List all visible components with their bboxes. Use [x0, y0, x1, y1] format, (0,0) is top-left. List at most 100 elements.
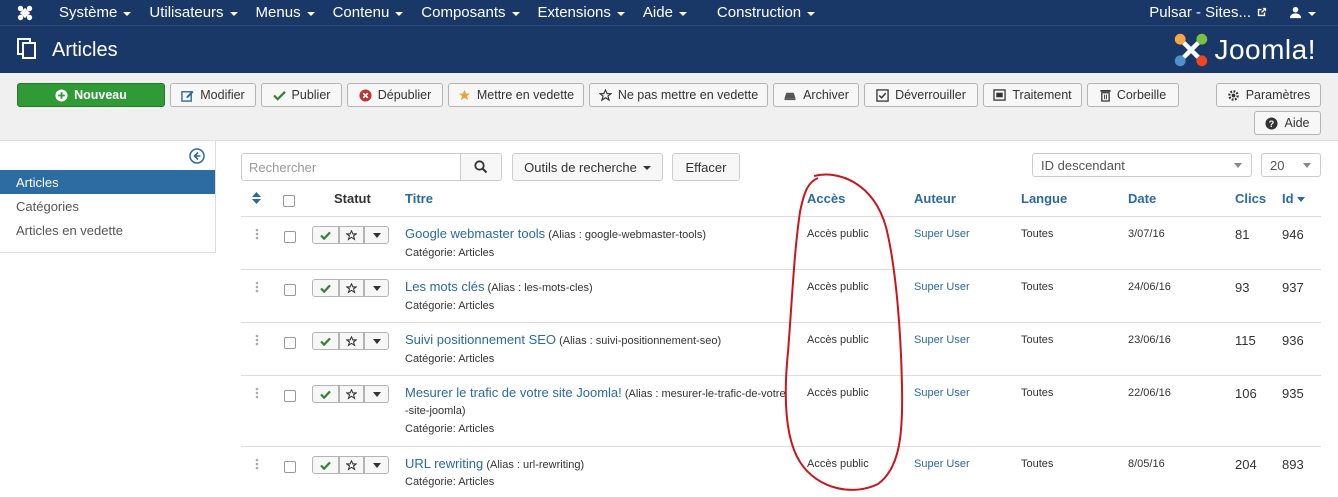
article-category: Catégorie: Articles [405, 423, 495, 435]
table-row[interactable]: Google webmaster tools (Alias : google-w… [241, 216, 1321, 269]
row-actions-dropdown[interactable] [364, 385, 389, 403]
column-header-access[interactable]: Accès [807, 191, 845, 206]
sidebar-item-featured[interactable]: Articles en vedette [0, 218, 215, 242]
joomla-menu-icon[interactable] [0, 0, 50, 25]
row-actions-dropdown[interactable] [364, 456, 389, 474]
column-header-hits[interactable]: Clics [1235, 191, 1266, 206]
column-header-language[interactable]: Langue [1021, 191, 1067, 206]
search-tools-button[interactable]: Outils de recherche [512, 153, 663, 181]
column-header-author[interactable]: Auteur [914, 191, 956, 206]
nav-aide[interactable]: Aide [634, 0, 696, 25]
row-actions-dropdown[interactable] [364, 332, 389, 350]
published-toggle[interactable] [312, 279, 339, 297]
unpublish-button[interactable]: Dépublier [347, 83, 443, 107]
article-category: Catégorie: Articles [405, 300, 495, 312]
table-row[interactable]: Mesurer le trafic de votre site Joomla! … [241, 375, 1321, 446]
limit-select[interactable]: 20 [1261, 153, 1321, 177]
nav-systeme[interactable]: Système [50, 0, 140, 25]
row-checkbox[interactable] [284, 284, 296, 296]
column-header-title[interactable]: Titre [405, 191, 433, 206]
sidebar-toggle-icon[interactable] [189, 148, 205, 164]
article-title-link[interactable]: Google webmaster tools [405, 226, 545, 241]
published-toggle[interactable] [312, 332, 339, 350]
drag-handle-icon[interactable] [255, 387, 259, 399]
batch-button[interactable]: Traitement [983, 83, 1082, 107]
options-button[interactable]: Paramètres [1216, 83, 1321, 107]
search-input[interactable]: Rechercher [241, 153, 461, 181]
trash-button[interactable]: Corbeille [1087, 83, 1179, 107]
archive-label: Archiver [803, 88, 849, 102]
column-header-status[interactable]: Statut [334, 191, 371, 206]
clear-button[interactable]: Effacer [672, 153, 740, 181]
gear-icon [1227, 89, 1240, 102]
caret-down-icon [372, 285, 381, 291]
author-link[interactable]: Super User [914, 387, 970, 399]
page-title: Articles [52, 39, 118, 61]
author-link[interactable]: Super User [914, 228, 970, 240]
sidebar-item-articles[interactable]: Articles [0, 170, 215, 194]
joomla-wordmark: Joomla! [1214, 34, 1316, 65]
nav-construction[interactable]: Construction [708, 0, 824, 25]
table-row[interactable]: Les mots clés (Alias : les-mots-cles) Ca… [241, 269, 1321, 322]
article-title-link[interactable]: URL rewriting [405, 456, 483, 471]
caret-down-icon [372, 462, 381, 468]
nav-utilisateurs[interactable]: Utilisateurs [140, 0, 246, 25]
row-checkbox[interactable] [284, 461, 296, 473]
sidebar-item-categories[interactable]: Catégories [0, 194, 215, 218]
date: 8/05/16 [1128, 458, 1165, 470]
row-checkbox[interactable] [284, 337, 296, 349]
search-button[interactable] [460, 153, 502, 181]
sidebar: Articles Catégories Articles en vedette [0, 141, 216, 253]
featured-toggle[interactable] [339, 385, 364, 403]
access-level: Accès public [807, 281, 869, 293]
author-link[interactable]: Super User [914, 334, 970, 346]
feature-button[interactable]: Mettre en vedette [448, 83, 584, 107]
article-title-link[interactable]: Mesurer le trafic de votre site Joomla! [405, 385, 622, 400]
nav-extensions[interactable]: Extensions [529, 0, 634, 25]
checkin-button[interactable]: Déverrouiller [864, 83, 978, 107]
nav-site-link[interactable]: Pulsar - Sites... [1139, 4, 1289, 21]
column-header-date[interactable]: Date [1128, 191, 1156, 206]
row-checkbox[interactable] [284, 390, 296, 402]
new-button[interactable]: Nouveau [17, 83, 165, 107]
author-link[interactable]: Super User [914, 458, 970, 470]
nav-composants[interactable]: Composants [412, 0, 528, 25]
unfeature-button[interactable]: Ne pas mettre en vedette [589, 83, 768, 107]
column-header-id[interactable]: Id [1282, 191, 1305, 206]
drag-handle-icon[interactable] [255, 458, 259, 470]
featured-toggle[interactable] [339, 332, 364, 350]
published-toggle[interactable] [312, 456, 339, 474]
sort-ordering-icon[interactable] [252, 192, 261, 204]
nav-label: Contenu [332, 4, 390, 21]
drag-handle-icon[interactable] [255, 228, 259, 240]
publish-label: Publier [291, 88, 331, 102]
published-toggle[interactable] [312, 385, 339, 403]
caret-down-icon [807, 11, 816, 16]
nav-menus[interactable]: Menus [247, 0, 324, 25]
publish-button[interactable]: Publier [261, 83, 342, 107]
featured-toggle[interactable] [339, 279, 364, 297]
row-actions-dropdown[interactable] [364, 226, 389, 244]
drag-handle-icon[interactable] [255, 281, 259, 293]
table-row[interactable]: URL rewriting (Alias : url-rewriting) Ca… [241, 446, 1321, 497]
select-all-checkbox[interactable] [283, 195, 295, 207]
drag-handle-icon[interactable] [255, 334, 259, 346]
search-tools-label: Outils de recherche [524, 159, 637, 175]
archive-button[interactable]: Archiver [773, 83, 859, 107]
ordering-select[interactable]: ID descendant [1032, 153, 1252, 177]
article-title-link[interactable]: Suivi positionnement SEO [405, 332, 556, 347]
edit-button[interactable]: Modifier [170, 83, 256, 107]
help-button[interactable]: ? Aide [1254, 111, 1321, 135]
table-row[interactable]: Suivi positionnement SEO (Alias : suivi-… [241, 322, 1321, 375]
row-checkbox[interactable] [284, 231, 296, 243]
help-label: Aide [1284, 116, 1310, 130]
row-actions-dropdown[interactable] [364, 279, 389, 297]
user-menu[interactable] [1289, 6, 1338, 19]
article-title-link[interactable]: Les mots clés [405, 279, 484, 294]
published-toggle[interactable] [312, 226, 339, 244]
featured-toggle[interactable] [339, 456, 364, 474]
author-link[interactable]: Super User [914, 281, 970, 293]
nav-contenu[interactable]: Contenu [324, 0, 413, 25]
featured-toggle[interactable] [339, 226, 364, 244]
new-label: Nouveau [74, 88, 127, 102]
